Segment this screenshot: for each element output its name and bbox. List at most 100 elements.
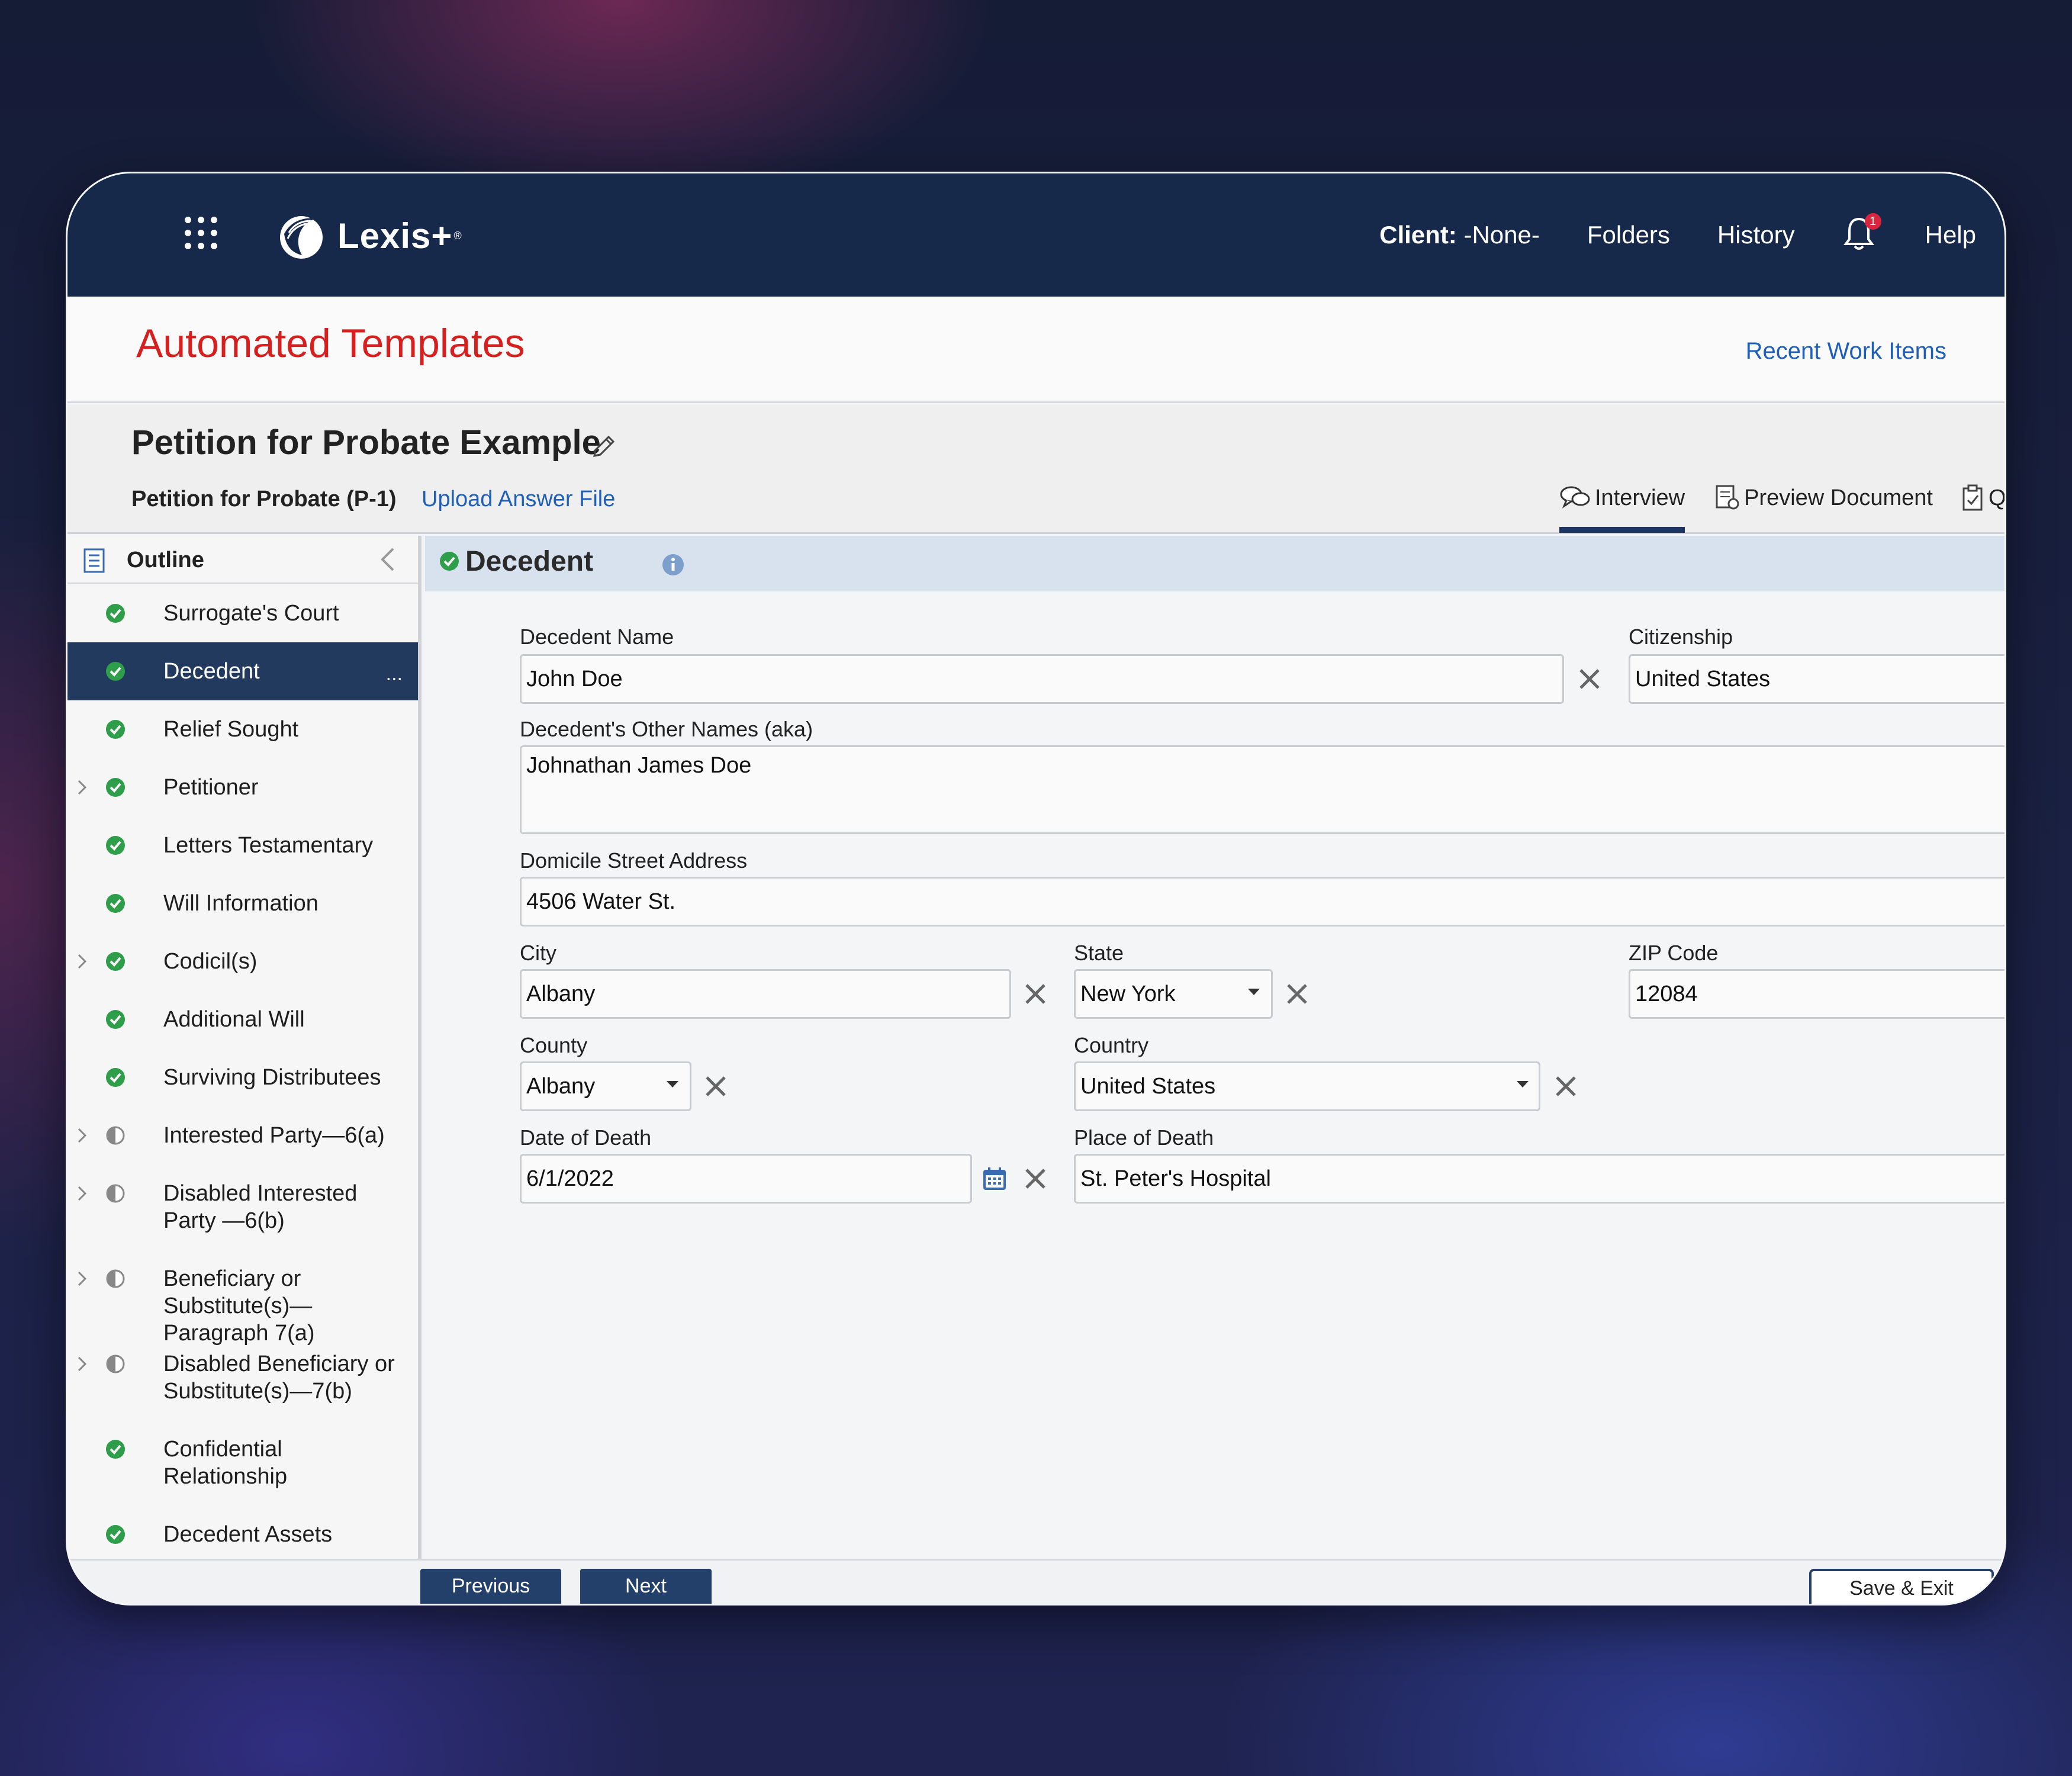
app-window: Lexis+ ® Client: -None- Folders History … (66, 172, 2006, 1606)
clear-state-icon[interactable] (1285, 982, 1310, 1006)
notifications-button[interactable]: 1 (1842, 213, 1881, 255)
street-address-input[interactable]: 4506 Water St. (520, 877, 2005, 926)
brand-name: Lexis+ (337, 215, 453, 256)
county-select[interactable]: Albany (520, 1061, 691, 1111)
partial-status-icon (106, 1354, 125, 1373)
county-dropdown-arrow-icon (667, 1081, 678, 1088)
outline-item[interactable]: Beneficiary or Substitute(s)—Paragraph 7… (67, 1250, 418, 1346)
outline-item[interactable]: Interested Party—6(a) (67, 1106, 418, 1164)
county-label: County (520, 1033, 588, 1057)
tab-preview-document[interactable]: Preview Document (1713, 474, 1933, 522)
place-of-death-input[interactable]: St. Peter's Hospital (1074, 1154, 2005, 1204)
expand-chevron-icon[interactable] (76, 1354, 89, 1374)
outline-item-label: Additional Will (163, 1007, 305, 1032)
complete-check-icon (106, 778, 125, 797)
outline-sidebar: Outline Surrogate's Court Decedent... Reli… (67, 536, 422, 1559)
outline-item-label: Decedent (163, 659, 260, 684)
pencil-edit-icon[interactable] (588, 432, 618, 462)
previous-button[interactable]: Previous (420, 1569, 561, 1604)
outline-item-label: Decedent Assets (163, 1522, 333, 1547)
partial-status-icon (106, 1126, 125, 1145)
outline-item[interactable]: Surrogate's Court (67, 584, 418, 642)
other-names-label: Decedent's Other Names (aka) (520, 717, 813, 741)
citizenship-input[interactable]: United States (1629, 654, 2005, 704)
view-tabs: Interview Preview Document Q& (1559, 474, 2006, 534)
outline-item[interactable]: Decedent Assets (67, 1505, 418, 1559)
document-header: Petition for Probate Example Petition fo… (67, 405, 2005, 534)
clear-country-icon[interactable] (1553, 1074, 1578, 1099)
outline-item[interactable]: Will Information (67, 874, 418, 932)
complete-check-icon (106, 1068, 125, 1087)
outline-item[interactable]: Letters Testamentary (67, 816, 418, 874)
complete-check-icon (106, 604, 125, 623)
chat-bubbles-icon (1560, 486, 1590, 509)
outline-item[interactable]: Disabled Interested Party —6(b) (67, 1164, 418, 1250)
info-icon[interactable] (662, 554, 684, 576)
nav-folders[interactable]: Folders (1587, 221, 1670, 249)
zip-code-input[interactable]: 12084 (1629, 969, 2005, 1019)
other-names-textarea[interactable]: Johnathan James Doe (520, 745, 2005, 834)
expand-chevron-icon[interactable] (76, 777, 89, 797)
lexis-logo[interactable]: Lexis+ ® (276, 209, 462, 262)
country-dropdown-arrow-icon (1517, 1081, 1529, 1088)
outline-item[interactable]: Relief Sought (67, 700, 418, 758)
outline-item-label: Disabled Interested Party —6(b) (163, 1181, 358, 1233)
clear-decedent-name-icon[interactable] (1577, 667, 1602, 691)
complete-check-icon (106, 1525, 125, 1544)
calendar-icon[interactable] (982, 1166, 1008, 1192)
outline-item[interactable]: Disabled Beneficiary or Substitute(s)—7(… (67, 1335, 418, 1420)
client-selector[interactable]: Client: -None- (1379, 221, 1540, 249)
city-label: City (520, 941, 556, 965)
clear-date-of-death-icon[interactable] (1023, 1166, 1048, 1191)
tab-interview[interactable]: Interview (1559, 474, 1685, 533)
expand-chevron-icon[interactable] (76, 1125, 89, 1146)
notification-count-badge: 1 (1864, 213, 1881, 230)
outline-item[interactable]: Codicil(s) (67, 932, 418, 990)
tab-qa-label: Q& (1988, 485, 2006, 510)
outline-item-label: Petitioner (163, 775, 259, 800)
complete-check-icon (106, 836, 125, 855)
item-more-options-button[interactable]: ... (386, 660, 403, 687)
tab-qa[interactable]: Q& (1961, 474, 2006, 522)
section-header: Decedent (425, 536, 2005, 591)
date-of-death-input[interactable]: 6/1/2022 (520, 1154, 972, 1204)
outline-item[interactable]: Confidential Relationship (67, 1420, 418, 1505)
collapse-outline-chevron-icon[interactable] (379, 546, 397, 572)
outline-item[interactable]: Decedent... (67, 642, 418, 700)
expand-chevron-icon[interactable] (76, 1269, 89, 1289)
template-name: Petition for Probate (P-1) (131, 487, 397, 511)
upload-answer-file-link[interactable]: Upload Answer File (422, 487, 615, 512)
nav-help[interactable]: Help (1925, 221, 1976, 249)
clear-county-icon[interactable] (703, 1074, 728, 1099)
citizenship-label: Citizenship (1629, 625, 1733, 649)
outline-title: Outline (127, 548, 204, 572)
save-and-exit-button[interactable]: Save & Exit (1809, 1569, 1994, 1604)
expand-chevron-icon[interactable] (76, 1183, 89, 1204)
top-nav-links: Client: -None- Folders History 1 Help (1332, 211, 1976, 259)
decedent-name-input[interactable]: John Doe (520, 654, 1564, 704)
expand-chevron-icon[interactable] (76, 951, 89, 971)
recent-work-items-link[interactable]: Recent Work Items (1746, 338, 1946, 365)
client-label: Client: (1379, 221, 1457, 249)
app-grid-icon[interactable] (185, 217, 218, 250)
decedent-name-label: Decedent Name (520, 625, 674, 649)
country-select[interactable]: United States (1074, 1061, 1540, 1111)
outline-item[interactable]: Surviving Distributees (67, 1048, 418, 1106)
page-header: Automated Templates Recent Work Items (67, 297, 2005, 403)
next-button[interactable]: Next (580, 1569, 712, 1604)
complete-check-icon (106, 894, 125, 913)
clear-city-icon[interactable] (1023, 982, 1048, 1006)
outline-item[interactable]: Petitioner (67, 758, 418, 816)
outline-item[interactable]: Additional Will (67, 990, 418, 1048)
country-label: Country (1074, 1033, 1149, 1057)
outline-item-label: Confidential Relationship (163, 1437, 288, 1489)
place-of-death-label: Place of Death (1074, 1125, 1214, 1150)
document-preview-icon (1716, 485, 1739, 510)
city-input[interactable]: Albany (520, 969, 1011, 1019)
state-dropdown-arrow-icon (1248, 989, 1260, 995)
lexis-eagle-icon (280, 216, 323, 259)
outline-item-label: Codicil(s) (163, 949, 258, 974)
nav-history[interactable]: History (1717, 221, 1795, 249)
state-select[interactable]: New York (1074, 969, 1273, 1019)
section-title: Decedent (465, 546, 594, 577)
